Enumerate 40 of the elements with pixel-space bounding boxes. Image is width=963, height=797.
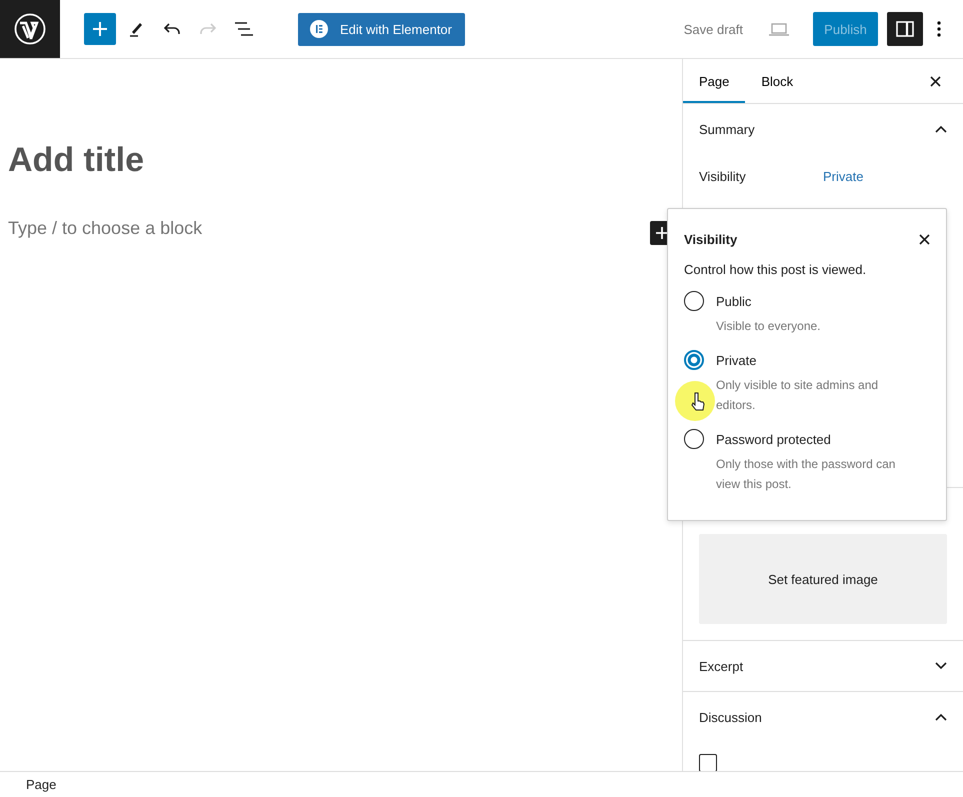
radio-button[interactable] [684, 350, 704, 370]
panel-title: Summary [699, 122, 755, 137]
undo-icon [163, 23, 181, 35]
option-label[interactable]: Password protected [716, 432, 916, 447]
option-label[interactable]: Private [716, 353, 916, 368]
wordpress-logo[interactable] [0, 0, 60, 58]
pencil-icon [129, 21, 143, 37]
edit-with-elementor-button[interactable]: Edit with Elementor [298, 12, 465, 46]
option-description: Only those with the password can view this post. [716, 456, 896, 493]
panel-header[interactable]: Excerpt [699, 641, 947, 691]
more-options-icon[interactable] [937, 21, 941, 37]
visibility-link[interactable]: Private [823, 168, 864, 184]
breadcrumb[interactable]: Page [26, 777, 56, 792]
cursor-icon [675, 381, 715, 421]
popover-title: Visibility [684, 232, 738, 246]
option-label[interactable]: Public [716, 294, 916, 309]
panel-header[interactable]: Discussion [699, 692, 947, 742]
close-icon[interactable] [930, 76, 941, 87]
panel-title: Excerpt [699, 658, 744, 674]
sidebar-icon [896, 21, 914, 37]
option-description: Only visible to site admins and editors. [716, 377, 880, 414]
set-featured-image-button[interactable]: Set featured image [699, 534, 947, 624]
option-description: Visible to everyone. [716, 318, 822, 335]
popover-intro: Control how this post is viewed. [684, 262, 868, 277]
elementor-icon [310, 20, 328, 38]
panel-header[interactable]: Summary [699, 104, 947, 154]
settings-button[interactable] [887, 12, 923, 46]
radio-button[interactable] [684, 429, 704, 449]
list-view-icon [234, 21, 254, 37]
add-button[interactable] [84, 13, 116, 45]
sidebar-tab[interactable]: Page [683, 59, 746, 104]
row-label: Visibility [699, 168, 747, 184]
title-field[interactable]: Add title [8, 141, 682, 180]
radio-button[interactable] [684, 291, 704, 311]
plus-icon [93, 22, 107, 36]
sidebar-tab[interactable]: Block [745, 59, 810, 104]
close-icon[interactable] [919, 234, 930, 244]
panel-title: Discussion [699, 710, 762, 724]
redo-icon [199, 23, 217, 35]
save-draft-button[interactable]: Save draft [684, 22, 743, 36]
